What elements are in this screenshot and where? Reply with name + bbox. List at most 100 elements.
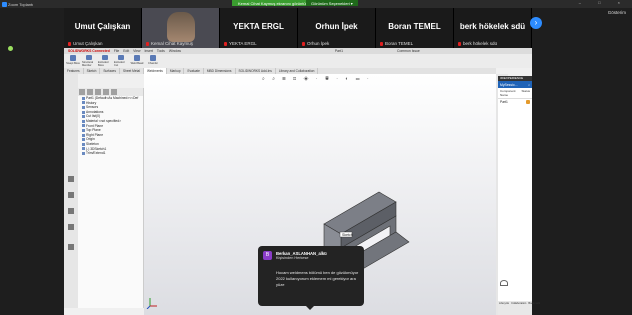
participant-label: Boran TEMEL: [380, 41, 413, 46]
task-strip: [64, 74, 78, 308]
heads-up-toolbar[interactable]: ⌕ ⌕ ⊞ ⊡ ◈ · ◉ · ◐ ▭ ·: [262, 76, 372, 82]
participant-sub: berk hökelek sdü: [463, 41, 498, 46]
participant-tile[interactable]: Umut Çalışkan Umut Çalışkan: [64, 8, 142, 48]
tab-sheet-metal[interactable]: Sheet Metal: [120, 68, 144, 74]
sender-target: Kişisinden Herkese: [276, 256, 309, 260]
menu-file[interactable]: File: [114, 49, 119, 53]
swept-boss-icon: [70, 55, 76, 61]
zoom-window-title: Zoom Toplantı: [8, 1, 34, 7]
menu-insert[interactable]: Insert: [144, 49, 152, 53]
history-icon: [82, 101, 85, 105]
menu-window[interactable]: Window: [169, 49, 181, 53]
axis-triad-icon: [146, 298, 157, 309]
sender-avatar: B: [263, 251, 272, 260]
plane-icon: [82, 133, 85, 137]
menu-tools[interactable]: Tools: [157, 49, 165, 53]
mic-muted-icon: [458, 41, 461, 46]
mic-muted-icon: [224, 41, 227, 46]
participant-label: YEKTA ERGL: [224, 41, 257, 46]
dimxpert-icon[interactable]: [103, 89, 109, 95]
gallery-view-button[interactable]: Gösterim: [608, 10, 626, 15]
participant-name: Umut Çalışkan: [74, 22, 131, 31]
participant-strip: Umut Çalışkan Umut Çalışkan Kemal Cihat …: [64, 8, 532, 48]
cutlist-icon: [82, 115, 85, 119]
panel-icon[interactable]: [68, 192, 74, 198]
next-page-button[interactable]: ›: [530, 17, 542, 29]
tab-surfaces[interactable]: Surfaces: [100, 68, 120, 74]
panel-icon[interactable]: [68, 176, 74, 182]
component-name: Part1: [500, 100, 508, 104]
component-row[interactable]: Part1: [498, 99, 532, 105]
menu-view[interactable]: View: [133, 49, 140, 53]
3dexperience-panel: 3DEXPERIENCE MySessio... ⌕ Component Name…: [498, 76, 540, 315]
feature-tree-icon[interactable]: [79, 89, 85, 95]
weld-bead-icon: [134, 55, 140, 61]
cmd-chamfer[interactable]: Chamfer: [146, 55, 160, 67]
tree-item[interactable]: Trim/Extend1: [78, 151, 143, 156]
chamfer-icon: [150, 55, 156, 61]
document-title: Part1: [334, 49, 344, 53]
panel-icon[interactable]: [68, 244, 74, 250]
tab-collaboration[interactable]: Collaboration: [511, 302, 526, 314]
panel-icon[interactable]: [68, 224, 74, 230]
compass-icon[interactable]: [500, 280, 508, 286]
participant-tile[interactable]: Boran TEMEL Boran TEMEL: [376, 8, 454, 48]
participant-name: berk hökelek sdü: [459, 22, 526, 31]
tab-lifecycle[interactable]: Lifecycle: [499, 302, 509, 314]
window-controls[interactable]: – □ ×: [579, 0, 628, 5]
sketch-icon: [82, 147, 85, 151]
participant-label: Kemal Cihat Kaymuş: [146, 41, 193, 46]
mic-muted-icon: [380, 41, 383, 46]
participant-sub: YEKTA ERGL: [229, 41, 257, 46]
mic-muted-icon: [68, 41, 71, 46]
property-icon[interactable]: [87, 89, 93, 95]
sw-logo: SOLIDWORKS Connected: [68, 49, 110, 53]
participant-tile[interactable]: YEKTA ERGL YEKTA ERGL: [220, 8, 298, 48]
trim-icon: [82, 151, 85, 155]
lock-status-icon: [526, 100, 530, 104]
origin-icon: [82, 138, 85, 142]
view-options-button[interactable]: Görünüm Seçenekleri ▾: [306, 0, 358, 6]
search-box[interactable]: Common Issue: [397, 49, 420, 53]
display-icon[interactable]: [111, 89, 117, 95]
participant-label: berk hökelek sdü: [458, 41, 497, 46]
cmd-structural-member[interactable]: Structural Member: [82, 55, 96, 67]
search-icon[interactable]: ⌕: [528, 83, 530, 87]
zoom-titlebar: Zoom Toplantı Kemal Cihat Kaymuş ekranın…: [0, 0, 632, 8]
tab-sketch[interactable]: Sketch: [84, 68, 101, 74]
panel-icon[interactable]: [68, 208, 74, 214]
participant-label: Umut Çalışkan: [68, 41, 103, 46]
participant-sub: Boran TEMEL: [385, 41, 414, 46]
chat-notification[interactable]: B Berkan_ASLANHAN_alkü Kişisinden Herkes…: [258, 246, 364, 310]
participant-tile[interactable]: Kemal Cihat Kaymuş: [142, 8, 220, 48]
extruded-cut-icon: [118, 55, 124, 60]
sensor-icon: [82, 105, 85, 109]
annotation-icon: [82, 110, 85, 114]
participant-name: Orhun İpek: [315, 22, 358, 31]
panel-footer-tabs: Lifecycle Collaboration Bookmark: [498, 301, 540, 315]
cmd-weld-bead[interactable]: Weld Bead: [130, 55, 144, 67]
fm-toolbar: [78, 88, 143, 96]
participant-sub: Orhun İpek: [307, 41, 330, 46]
config-icon[interactable]: [95, 89, 101, 95]
participant-tile[interactable]: Orhun İpek Orhun İpek: [298, 8, 376, 48]
participant-tile[interactable]: berk hökelek sdü berk hökelek sdü: [454, 8, 532, 48]
chat-message: Hocam weldmens bölümü ben de gözükmüyor …: [276, 270, 359, 287]
command-manager: Swept Boss Structural Member Extruded Bo…: [64, 54, 532, 68]
participant-video: [167, 12, 195, 42]
cmd-extruded-cut[interactable]: Extruded Cut: [114, 55, 128, 67]
sketch-label: Sketch: [342, 233, 353, 237]
mic-muted-icon: [302, 41, 305, 46]
tab-bookmark[interactable]: Bookmark: [528, 302, 540, 314]
cmd-swept-boss[interactable]: Swept Boss: [66, 55, 80, 67]
participant-sub: Umut Çalışkan: [73, 41, 103, 46]
session-bar[interactable]: MySessio... ⌕: [498, 81, 532, 88]
plane-icon: [82, 128, 85, 132]
status-dot-icon: [8, 46, 13, 51]
feature-manager-tree: Part1 (Default<As Machined><<Def History…: [78, 88, 144, 308]
skeleton-icon: [82, 142, 85, 146]
cmd-extruded-boss[interactable]: Extruded Boss: [98, 55, 112, 67]
menu-edit[interactable]: Edit: [123, 49, 129, 53]
participant-name: YEKTA ERGL: [233, 22, 284, 31]
participant-name: Boran TEMEL: [388, 22, 441, 31]
